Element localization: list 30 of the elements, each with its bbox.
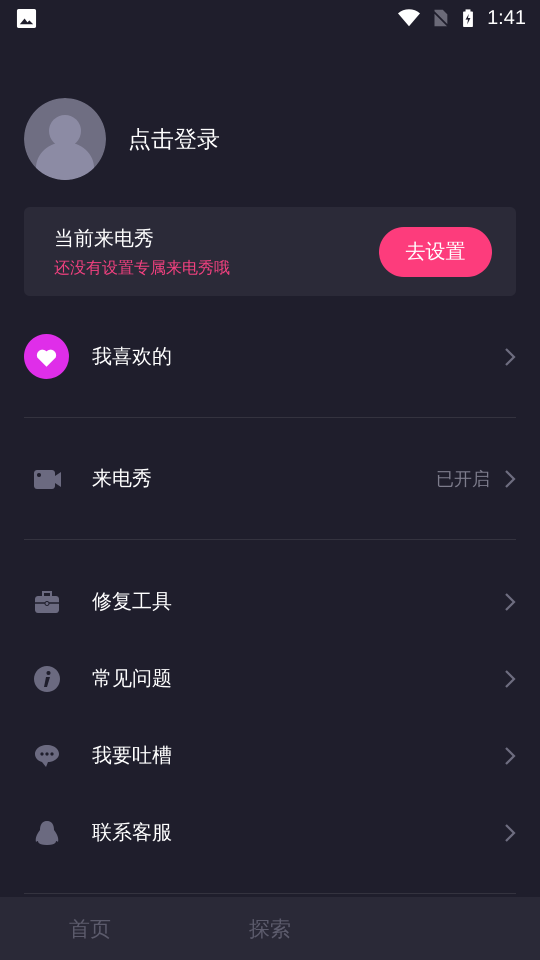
info-icon [34, 666, 60, 692]
status-value: 已开启 [436, 468, 490, 490]
chevron-right-icon [504, 668, 516, 688]
chevron-right-icon [504, 592, 516, 612]
menu-label: 联系客服 [92, 819, 173, 846]
briefcase-icon [34, 588, 60, 614]
clock-time: 1:41 [487, 6, 526, 30]
menu-label: 常见问题 [92, 665, 173, 692]
gallery-icon [16, 8, 37, 28]
card-subtitle: 还没有设置专属来电秀哦 [54, 258, 231, 278]
menu-label: 我要吐槽 [92, 742, 173, 769]
menu-label: 我喜欢的 [92, 343, 173, 370]
chevron-right-icon [504, 346, 516, 366]
chevron-right-icon [504, 746, 516, 766]
menu-item[interactable]: 联系客服 [24, 794, 516, 871]
menu-item[interactable]: 我要吐槽 [24, 717, 516, 794]
chevron-right-icon [504, 822, 516, 842]
menu-item[interactable]: 我喜欢的 [24, 296, 516, 417]
chat-bubble-icon [34, 742, 60, 768]
avatar-icon [24, 98, 106, 180]
card-title: 当前来电秀 [54, 224, 155, 252]
menu-label: 修复工具 [92, 588, 173, 615]
wifi-icon [397, 7, 422, 29]
penguin-icon [34, 820, 60, 846]
menu-item[interactable]: 修复工具 [24, 563, 516, 640]
menu-label: 来电秀 [92, 465, 153, 492]
login-link[interactable]: 点击登录 [128, 124, 220, 154]
chevron-right-icon [504, 468, 516, 488]
menu-item[interactable]: 来电秀 已开启 [24, 418, 516, 539]
menu-item[interactable]: 常见问题 [24, 640, 516, 717]
